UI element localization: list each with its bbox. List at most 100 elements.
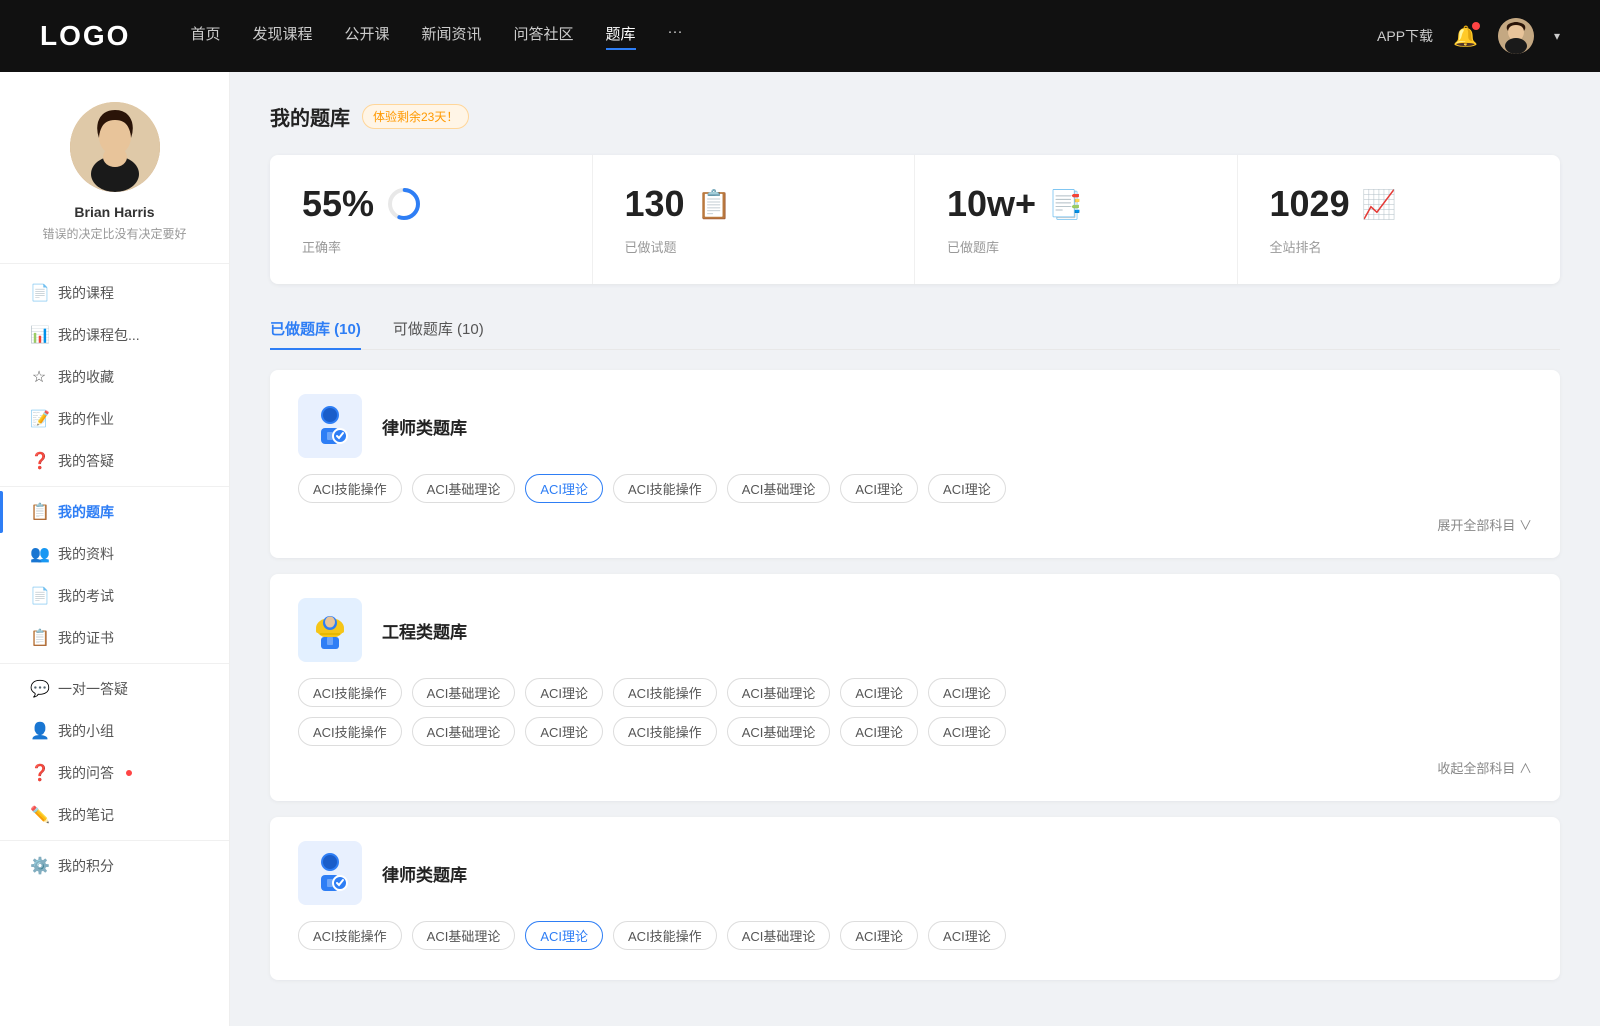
qbank-footer-engineer: 收起全部科目 ∧ — [298, 758, 1532, 777]
app-download-link[interactable]: APP下载 — [1377, 26, 1433, 46]
qbank-header-lawyer-1: 律师类题库 — [298, 394, 1532, 458]
l2-tag-2[interactable]: ACI基础理论 — [412, 921, 516, 950]
stat-accuracy-value: 55% — [302, 183, 374, 225]
sidebar-item-label: 我的资料 — [58, 544, 114, 564]
qbank-footer-lawyer-1: 展开全部科目 ∨ — [298, 515, 1532, 534]
exams-icon: 📄 — [30, 586, 48, 606]
sidebar-avatar[interactable] — [70, 102, 160, 192]
tabs-row: 已做题库 (10) 可做题库 (10) — [270, 308, 1560, 350]
nav-more[interactable]: ··· — [668, 23, 683, 50]
grid-icon: 📑 — [1048, 188, 1083, 221]
my-qa-icon: ❓ — [30, 763, 48, 783]
tag-3[interactable]: ACI理论 — [525, 474, 603, 503]
sidebar-item-certificate[interactable]: 📋 我的证书 — [0, 617, 229, 659]
tag-7[interactable]: ACI理论 — [928, 474, 1006, 503]
nav-home[interactable]: 首页 — [190, 23, 220, 50]
eng-tag-13[interactable]: ACI理论 — [840, 717, 918, 746]
tag-2[interactable]: ACI基础理论 — [412, 474, 516, 503]
collapse-link-engineer[interactable]: 收起全部科目 ∧ — [1437, 758, 1532, 777]
eng-tag-8[interactable]: ACI技能操作 — [298, 717, 402, 746]
sidebar-item-label: 我的课程包... — [58, 325, 140, 345]
sidebar-avatar-inner — [70, 102, 160, 192]
course-package-icon: 📊 — [30, 325, 48, 345]
nav-qa[interactable]: 问答社区 — [514, 23, 574, 50]
l2-tag-1[interactable]: ACI技能操作 — [298, 921, 402, 950]
l2-tag-6[interactable]: ACI理论 — [840, 921, 918, 950]
stat-questions-value: 130 — [625, 183, 685, 225]
tab-available[interactable]: 可做题库 (10) — [393, 308, 484, 349]
l2-tag-4[interactable]: ACI技能操作 — [613, 921, 717, 950]
tag-6[interactable]: ACI理论 — [840, 474, 918, 503]
eng-tag-2[interactable]: ACI基础理论 — [412, 678, 516, 707]
list-icon: 📋 — [697, 188, 732, 221]
eng-tag-6[interactable]: ACI理论 — [840, 678, 918, 707]
sidebar-item-group[interactable]: 👤 我的小组 — [0, 710, 229, 752]
sidebar-item-one-on-one[interactable]: 💬 一对一答疑 — [0, 668, 229, 710]
eng-tag-1[interactable]: ACI技能操作 — [298, 678, 402, 707]
eng-tag-11[interactable]: ACI技能操作 — [613, 717, 717, 746]
nav-news[interactable]: 新闻资讯 — [422, 23, 482, 50]
sidebar-motto: 错误的决定比没有决定要好 — [42, 226, 186, 243]
points-icon: ⚙️ — [30, 856, 48, 876]
avatar[interactable] — [1498, 18, 1534, 54]
nav-links: 首页 发现课程 公开课 新闻资讯 问答社区 题库 ··· — [190, 23, 1377, 50]
sidebar-item-my-courses[interactable]: 📄 我的课程 — [0, 272, 229, 314]
stat-banks: 10w+ 📑 已做题库 — [915, 155, 1238, 284]
l2-tag-7[interactable]: ACI理论 — [928, 921, 1006, 950]
page-title: 我的题库 — [270, 102, 350, 131]
lawyer-2-icon-svg — [306, 849, 354, 897]
navbar-right: APP下载 🔔 ▾ — [1377, 18, 1560, 54]
eng-tag-9[interactable]: ACI基础理论 — [412, 717, 516, 746]
sidebar-item-label: 我的小组 — [58, 721, 114, 741]
sidebar-item-exams[interactable]: 📄 我的考试 — [0, 575, 229, 617]
nav-opencourse[interactable]: 公开课 — [344, 23, 389, 50]
l2-tag-3[interactable]: ACI理论 — [525, 921, 603, 950]
sidebar-item-notes[interactable]: ✏️ 我的笔记 — [0, 794, 229, 836]
stat-rank-label: 全站排名 — [1270, 237, 1529, 256]
engineer-icon-svg — [306, 606, 354, 654]
sidebar-item-label: 我的问答 — [58, 763, 114, 783]
trial-badge: 体验剩余23天！ — [362, 104, 469, 129]
sidebar-item-homework[interactable]: 📝 我的作业 — [0, 398, 229, 440]
expand-link-lawyer-1[interactable]: 展开全部科目 ∨ — [1437, 515, 1532, 534]
avatar-chevron-icon[interactable]: ▾ — [1554, 29, 1560, 43]
donut-svg — [386, 186, 422, 222]
sidebar-item-favorites[interactable]: ☆ 我的收藏 — [0, 356, 229, 398]
qbank-card-lawyer-2: 律师类题库 ACI技能操作 ACI基础理论 ACI理论 ACI技能操作 ACI基… — [270, 817, 1560, 980]
qbank-card-lawyer-1: 律师类题库 ACI技能操作 ACI基础理论 ACI理论 ACI技能操作 ACI基… — [270, 370, 1560, 558]
one-on-one-icon: 💬 — [30, 679, 48, 699]
sidebar-item-qa[interactable]: ❓ 我的答疑 — [0, 440, 229, 482]
avatar-image — [1498, 18, 1534, 54]
stat-accuracy-label: 正确率 — [302, 237, 560, 256]
l2-tag-5[interactable]: ACI基础理论 — [727, 921, 831, 950]
sidebar-item-my-qa[interactable]: ❓ 我的问答 — [0, 752, 229, 794]
stats-grid: 55% 正确率 130 📋 已做试题 — [270, 155, 1560, 284]
eng-tag-4[interactable]: ACI技能操作 — [613, 678, 717, 707]
eng-tag-10[interactable]: ACI理论 — [525, 717, 603, 746]
stat-questions-top: 130 📋 — [625, 183, 883, 225]
eng-tag-3[interactable]: ACI理论 — [525, 678, 603, 707]
sidebar-item-course-package[interactable]: 📊 我的课程包... — [0, 314, 229, 356]
nav-discover[interactable]: 发现课程 — [252, 23, 312, 50]
sidebar-item-label: 我的作业 — [58, 409, 114, 429]
notification-bell[interactable]: 🔔 — [1453, 24, 1478, 49]
qbank-card-engineer: 工程类题库 ACI技能操作 ACI基础理论 ACI理论 ACI技能操作 ACI基… — [270, 574, 1560, 801]
logo[interactable]: LOGO — [40, 20, 130, 52]
nav-qbank[interactable]: 题库 — [606, 23, 636, 50]
tag-5[interactable]: ACI基础理论 — [727, 474, 831, 503]
main-content: 我的题库 体验剩余23天！ 55% 正确率 — [230, 72, 1600, 1026]
sidebar-item-question-bank[interactable]: 📋 我的题库 — [0, 491, 229, 533]
sidebar-item-materials[interactable]: 👥 我的资料 — [0, 533, 229, 575]
stat-rank-top: 1029 📈 — [1270, 183, 1529, 225]
qbank-header-engineer: 工程类题库 — [298, 598, 1532, 662]
qbank-tags-lawyer-2: ACI技能操作 ACI基础理论 ACI理论 ACI技能操作 ACI基础理论 AC… — [298, 921, 1532, 950]
notification-dot — [1472, 22, 1480, 30]
eng-tag-12[interactable]: ACI基础理论 — [727, 717, 831, 746]
eng-tag-5[interactable]: ACI基础理论 — [727, 678, 831, 707]
tag-4[interactable]: ACI技能操作 — [613, 474, 717, 503]
eng-tag-14[interactable]: ACI理论 — [928, 717, 1006, 746]
sidebar-item-points[interactable]: ⚙️ 我的积分 — [0, 845, 229, 887]
eng-tag-7[interactable]: ACI理论 — [928, 678, 1006, 707]
tab-done[interactable]: 已做题库 (10) — [270, 308, 361, 349]
tag-1[interactable]: ACI技能操作 — [298, 474, 402, 503]
